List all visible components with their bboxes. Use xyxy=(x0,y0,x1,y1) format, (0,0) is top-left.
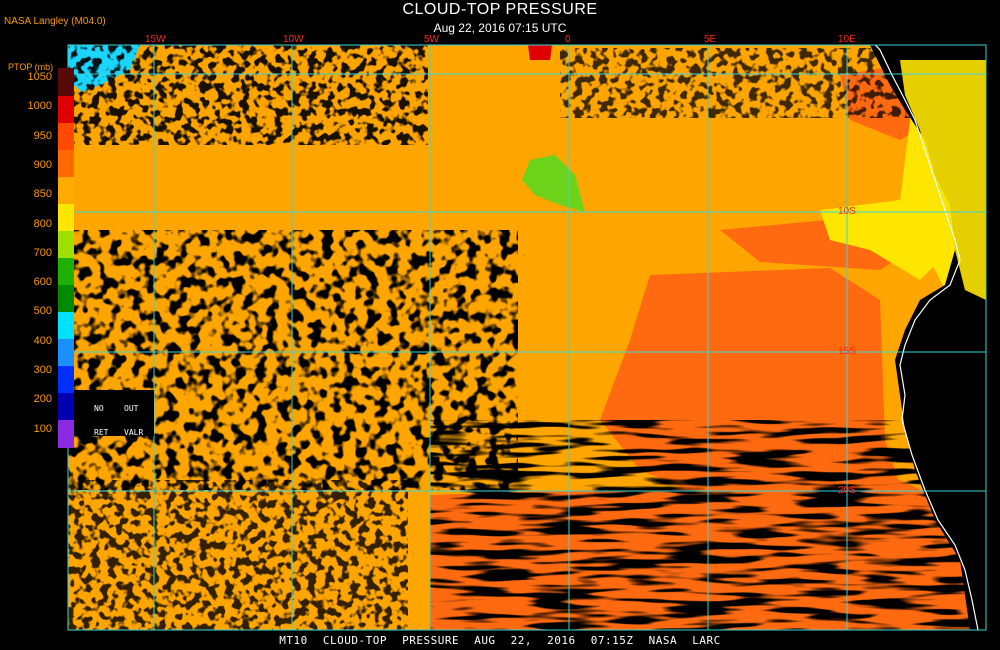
legend-color-swatch xyxy=(58,338,74,367)
legend-color-swatch xyxy=(58,95,74,124)
lon-label-5e: 5E xyxy=(704,34,717,45)
red-cloud-top xyxy=(528,45,552,60)
legend-tick-label: 1000 xyxy=(27,100,52,113)
lon-label-10e: 10E xyxy=(838,34,856,45)
legend-ret-label: RET xyxy=(94,428,109,437)
legend-tick-label: 800 xyxy=(33,217,52,230)
legend-color-swatch xyxy=(58,284,74,313)
legend-color-swatch xyxy=(58,230,74,259)
legend-tick-label: 600 xyxy=(33,276,52,289)
footer-caption: MT10 CLOUD-TOP PRESSURE AUG 22, 2016 07:… xyxy=(279,634,721,647)
legend-tick-label: 200 xyxy=(33,393,52,406)
legend-tick-label: 500 xyxy=(33,305,52,318)
lon-label-10w: 10W xyxy=(283,34,304,45)
legend-color-swatch xyxy=(58,68,74,96)
legend-color-swatch xyxy=(58,257,74,286)
legend-color-swatch xyxy=(58,176,74,205)
legend-tick-label: 300 xyxy=(33,364,52,376)
lon-label-0: 0 xyxy=(565,34,571,45)
legend-out-label: OUT xyxy=(124,404,139,413)
legend-color-swatch xyxy=(58,365,74,394)
lat-label-20s: 20S xyxy=(838,485,856,496)
legend-tick-label: 400 xyxy=(33,334,52,347)
legend-color-swatch xyxy=(58,203,74,232)
cloud-top-pressure-map xyxy=(67,44,987,631)
legend-no-label: NO xyxy=(94,404,104,413)
legend-tick-label: 700 xyxy=(33,246,52,259)
clear-sky-speckle-north xyxy=(68,45,428,145)
satellite-image-viewer: CLOUD-TOP PRESSURE Aug 22, 2016 07:15 UT… xyxy=(0,0,1000,650)
lon-label-5w: 5W xyxy=(424,34,439,45)
lat-label-10s: 10S xyxy=(838,206,856,217)
lon-label-15w: 15W xyxy=(145,34,166,45)
legend-color-swatch xyxy=(58,311,74,340)
clear-sky-speckle-southwest xyxy=(68,480,408,630)
legend-tick-label: 900 xyxy=(33,158,52,171)
legend-color-swatch xyxy=(58,149,74,178)
legend-tick-label: 850 xyxy=(33,188,52,201)
legend-valr-label: VALR xyxy=(124,428,144,437)
legend-color-swatch xyxy=(58,393,74,421)
legend-color-swatch xyxy=(58,420,74,448)
legend-tick-label: 1050 xyxy=(27,71,52,83)
legend-tick-label: 100 xyxy=(33,422,52,435)
map-field xyxy=(68,45,986,630)
lat-label-15s: 15S xyxy=(838,346,856,357)
legend-tick-label: 950 xyxy=(33,129,52,142)
legend-color-swatch xyxy=(58,122,74,151)
